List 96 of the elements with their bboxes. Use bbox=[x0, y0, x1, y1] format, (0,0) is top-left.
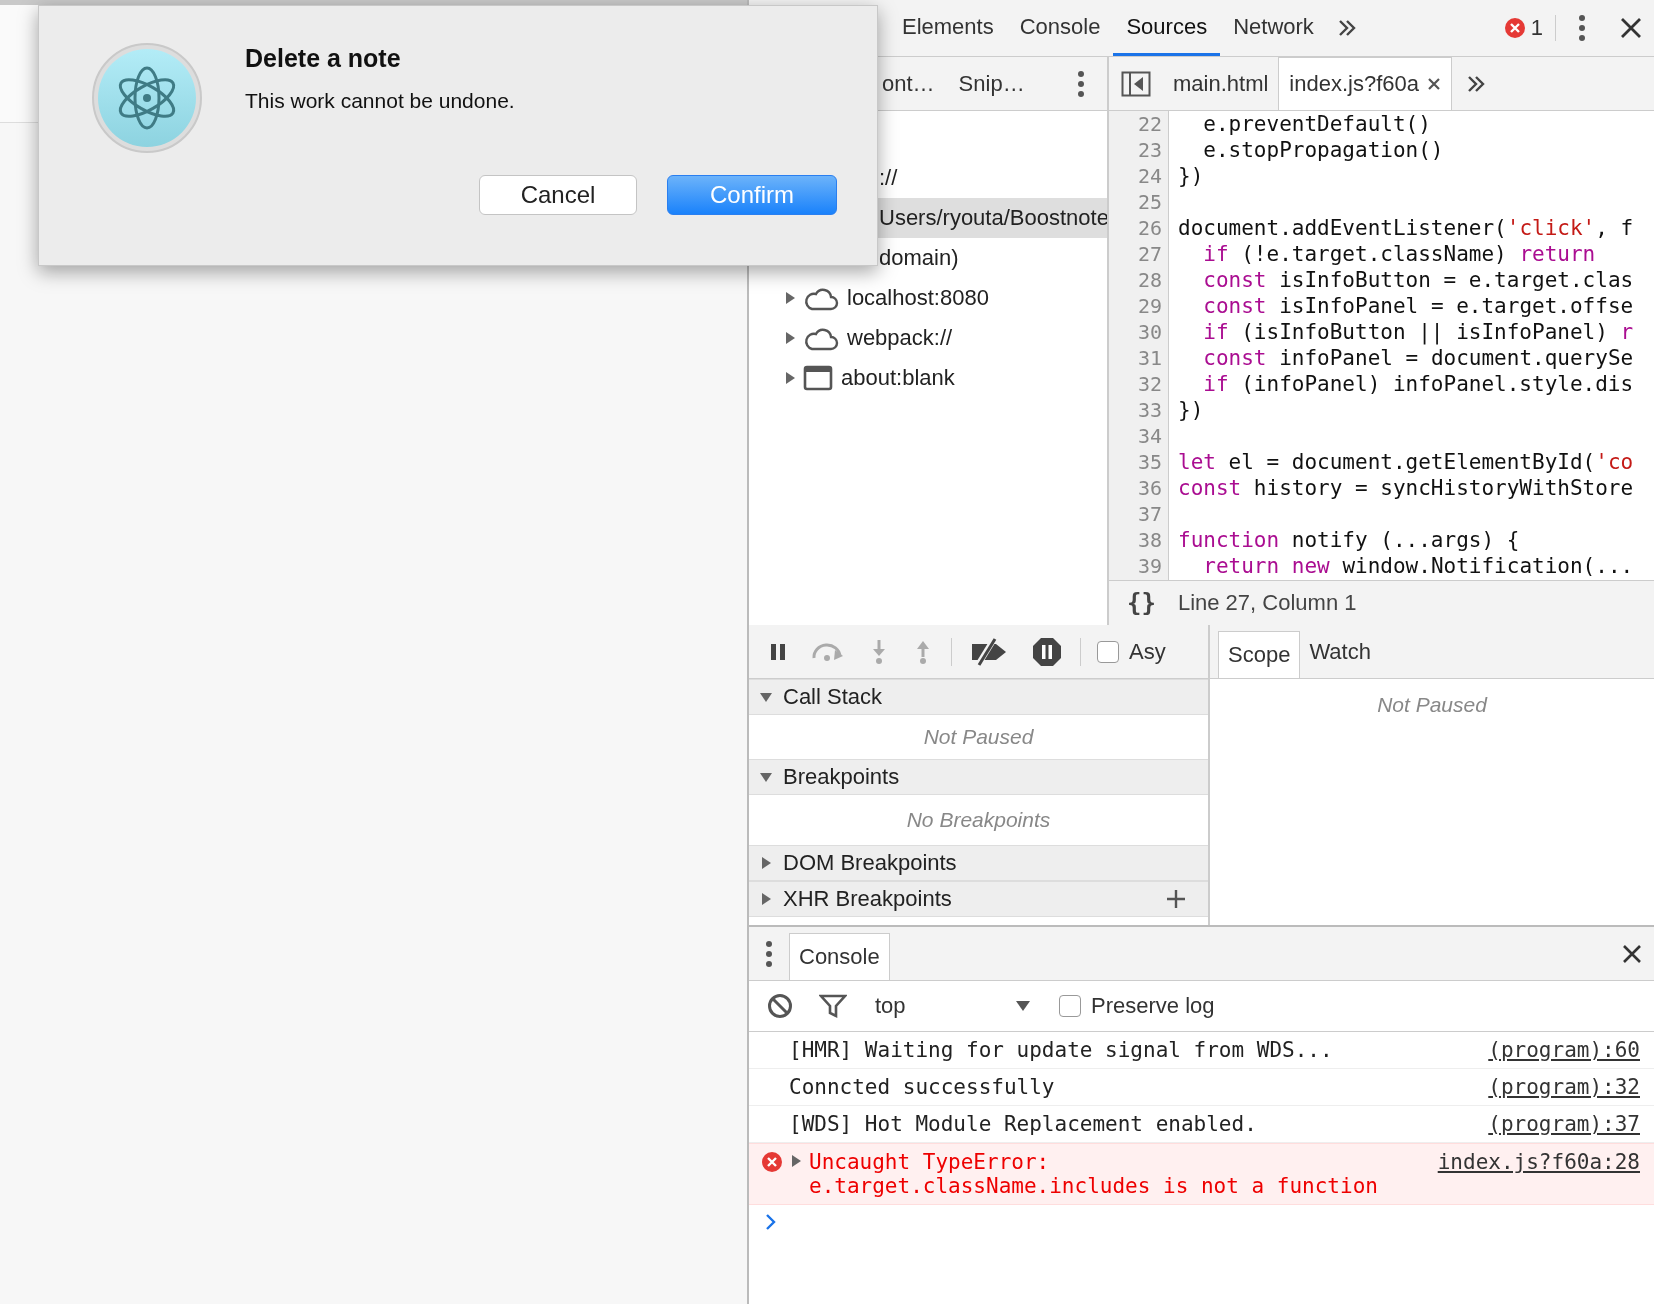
code-line: const isInfoButton = e.target.clas bbox=[1202, 267, 1635, 293]
line-number: 37 bbox=[1136, 501, 1163, 527]
tree-item[interactable]: webpack:// bbox=[749, 318, 1107, 358]
preserve-log-checkbox[interactable] bbox=[1059, 995, 1081, 1017]
code-line: if (!e.target.className) return bbox=[1202, 241, 1597, 267]
error-icon bbox=[762, 1152, 782, 1172]
empty-message: Not Paused bbox=[1377, 693, 1487, 716]
line-number: 32 bbox=[1136, 371, 1163, 397]
error-icon bbox=[1504, 18, 1525, 38]
code-line: e.preventDefault() bbox=[1202, 111, 1432, 137]
dialog-message: This work cannot be undone. bbox=[245, 89, 516, 113]
line-number: 34 bbox=[1136, 423, 1163, 449]
source-link[interactable]: (program):32 bbox=[1488, 1075, 1640, 1099]
panel-tab[interactable]: Network bbox=[1220, 0, 1327, 56]
source-link[interactable]: (program):37 bbox=[1488, 1112, 1640, 1136]
drawer-tab[interactable]: Console bbox=[789, 933, 890, 980]
message-text: Conncted successfully bbox=[789, 1075, 1056, 1099]
section-header[interactable]: DOM Breakpoints bbox=[749, 845, 1208, 881]
tree-item[interactable]: localhost:8080 bbox=[749, 278, 1107, 318]
collapse-icon[interactable] bbox=[759, 770, 773, 784]
section-title: Breakpoints bbox=[783, 764, 900, 790]
code-line: const history = syncHistoryWithStore bbox=[1178, 475, 1635, 501]
source-link[interactable]: index.js?f60a:28 bbox=[1437, 1150, 1640, 1174]
cursor-position: Line 27, Column 1 bbox=[1177, 590, 1357, 616]
async-label: Asy bbox=[1129, 638, 1166, 665]
code-line: const infoPanel = document.querySe bbox=[1202, 345, 1635, 371]
navigator-tab[interactable]: Snip… bbox=[958, 70, 1049, 97]
code-line: e.stopPropagation() bbox=[1202, 137, 1445, 163]
triangle-icon[interactable] bbox=[783, 371, 797, 385]
line-number: 26 bbox=[1136, 215, 1163, 241]
tree-item-label: domain) bbox=[879, 245, 959, 271]
code-line: if (infoPanel) infoPanel.style.dis bbox=[1202, 371, 1635, 397]
empty-message: No Breakpoints bbox=[906, 808, 1051, 832]
section-header[interactable]: XHR Breakpoints bbox=[749, 881, 1208, 917]
line-number: 25 bbox=[1136, 189, 1163, 215]
section-header[interactable]: Call Stack bbox=[749, 679, 1208, 715]
message-text: Uncaught TypeError: e.target.className.includes is not a function bbox=[809, 1150, 1379, 1198]
async-checkbox[interactable] bbox=[1097, 640, 1119, 663]
panel-tab[interactable]: Elements bbox=[889, 0, 1007, 56]
line-number: 35 bbox=[1136, 449, 1163, 475]
line-number: 28 bbox=[1136, 267, 1163, 293]
preserve-log-label: Preserve log bbox=[1091, 993, 1215, 1019]
tree-item-label: webpack:// bbox=[847, 325, 953, 351]
code-line: }) bbox=[1178, 163, 1205, 189]
dialog-title: Delete a note bbox=[245, 44, 402, 73]
triangle-icon[interactable] bbox=[783, 291, 797, 305]
sidebar-tab[interactable]: Scope bbox=[1218, 631, 1301, 678]
pretty-print-button[interactable]: {} bbox=[1127, 589, 1156, 617]
code-line: function notify (...args) { bbox=[1178, 527, 1521, 553]
cancel-button[interactable]: Cancel bbox=[479, 175, 637, 215]
file-tab[interactable]: index.js?f60a bbox=[1278, 57, 1452, 110]
message-text: [HMR] Waiting for update signal from WDS... bbox=[789, 1038, 1334, 1062]
window-icon bbox=[803, 365, 833, 391]
tree-item-label: about:blank bbox=[841, 365, 955, 391]
section-header[interactable]: Breakpoints bbox=[749, 759, 1208, 795]
code-line: if (isInfoButton || isInfoPanel) r bbox=[1202, 319, 1635, 345]
line-number: 36 bbox=[1136, 475, 1163, 501]
line-number: 31 bbox=[1136, 345, 1163, 371]
code-line: return new window.Notification(... bbox=[1202, 553, 1635, 579]
section-title: DOM Breakpoints bbox=[783, 850, 957, 876]
line-number: 29 bbox=[1136, 293, 1163, 319]
message-text: [WDS] Hot Module Replacement enabled. bbox=[789, 1112, 1258, 1136]
add-icon[interactable] bbox=[1166, 889, 1186, 909]
line-number: 24 bbox=[1136, 163, 1163, 189]
code-line: let el = document.getElementById('co bbox=[1178, 449, 1635, 475]
tree-item[interactable]: about:blank bbox=[749, 358, 1107, 398]
prompt-icon[interactable] bbox=[765, 1213, 777, 1231]
code-line: document.addEventListener('click', f bbox=[1178, 215, 1635, 241]
dropdown-arrow-icon bbox=[1015, 1000, 1031, 1012]
line-number: 22 bbox=[1136, 111, 1163, 137]
close-icon[interactable] bbox=[1427, 77, 1441, 91]
line-number: 39 bbox=[1136, 553, 1163, 579]
expand-icon[interactable] bbox=[759, 892, 773, 906]
triangle-icon[interactable] bbox=[789, 1154, 803, 1168]
line-number: 38 bbox=[1136, 527, 1163, 553]
line-number: 27 bbox=[1136, 241, 1163, 267]
expand-icon[interactable] bbox=[759, 856, 773, 870]
code-line: }) bbox=[1178, 397, 1205, 423]
section-title: Call Stack bbox=[783, 684, 883, 710]
file-tab[interactable]: main.html bbox=[1163, 57, 1279, 110]
collapse-icon[interactable] bbox=[759, 690, 773, 704]
sidebar-tab[interactable]: Watch bbox=[1300, 625, 1380, 678]
line-number: 30 bbox=[1136, 319, 1163, 345]
source-link[interactable]: (program):60 bbox=[1488, 1038, 1640, 1062]
tree-item-label: localhost:8080 bbox=[847, 285, 989, 311]
empty-message: Not Paused bbox=[923, 725, 1034, 749]
error-count: 1 bbox=[1530, 15, 1543, 41]
panel-tab[interactable]: Console bbox=[1006, 0, 1114, 56]
code-line: const isInfoPanel = e.target.offse bbox=[1202, 293, 1635, 319]
section-title: XHR Breakpoints bbox=[783, 886, 952, 912]
triangle-icon[interactable] bbox=[783, 331, 797, 345]
app-icon bbox=[91, 42, 203, 154]
line-number: 23 bbox=[1136, 137, 1163, 163]
line-number: 33 bbox=[1136, 397, 1163, 423]
navigator-tab[interactable]: ont… bbox=[882, 70, 959, 97]
context-select[interactable]: top bbox=[863, 993, 1043, 1019]
